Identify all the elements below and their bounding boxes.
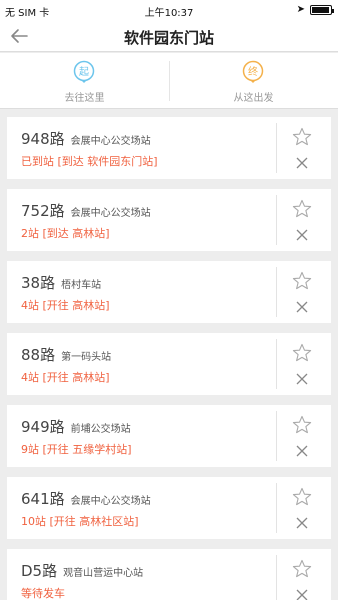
route-number: 88路 (21, 346, 56, 364)
route-terminal: 会展中心公交场站 (70, 208, 151, 219)
route-card[interactable]: 38路 梧村车站 4站 [开往 高林站] (7, 261, 331, 323)
svg-text:起: 起 (79, 66, 89, 78)
svg-text:终: 终 (248, 65, 258, 78)
remove-close-icon[interactable] (295, 444, 309, 458)
action-row: 起 去往这里 终 从这出发 (0, 53, 338, 109)
remove-close-icon[interactable] (295, 300, 309, 314)
navigation-bar: 软件园东门站 (0, 20, 338, 52)
route-card[interactable]: 88路 第一码头站 4站 [开往 高林站] (7, 333, 331, 395)
route-number: 641路 (21, 490, 65, 508)
route-number: D5路 (21, 562, 58, 580)
route-number-row: 88路 第一码头站 (21, 344, 111, 365)
go-here-button[interactable]: 起 去往这里 (0, 53, 169, 109)
card-divider (276, 411, 277, 461)
route-card[interactable]: 948路 会展中心公交场站 已到站 [到达 软件园东门站] (7, 117, 331, 179)
remove-close-icon[interactable] (295, 588, 309, 600)
route-status: 10站 [开往 高林社区站] (21, 515, 139, 528)
remove-close-icon[interactable] (295, 228, 309, 242)
favorite-star-icon[interactable] (292, 415, 312, 435)
route-number-row: 641路 会展中心公交场站 (21, 488, 151, 509)
card-divider (276, 483, 277, 533)
route-status: 已到站 [到达 软件园东门站] (21, 155, 158, 168)
route-terminal: 观音山营运中心站 (63, 568, 144, 579)
route-number: 752路 (21, 202, 65, 220)
remove-close-icon[interactable] (295, 516, 309, 530)
status-icons: ➤ (296, 4, 334, 15)
depart-from-label: 从这出发 (233, 93, 274, 104)
route-terminal: 梧村车站 (61, 280, 102, 291)
route-status: 4站 [开往 高林站] (21, 371, 110, 384)
go-here-label: 去往这里 (64, 93, 105, 104)
route-status: 等待发车 (21, 587, 65, 600)
start-marker-icon: 起 (73, 60, 95, 83)
route-number-row: 949路 前埔公交场站 (21, 416, 131, 437)
depart-from-button[interactable]: 终 从这出发 (169, 53, 338, 109)
route-status: 4站 [开往 高林站] (21, 299, 110, 312)
favorite-star-icon[interactable] (292, 487, 312, 507)
card-divider (276, 555, 277, 600)
battery-icon (310, 4, 334, 15)
end-marker-icon: 终 (242, 60, 264, 83)
favorite-star-icon[interactable] (292, 127, 312, 147)
remove-close-icon[interactable] (295, 372, 309, 386)
route-number-row: D5路 观音山营运中心站 (21, 560, 143, 581)
card-divider (276, 195, 277, 245)
favorite-star-icon[interactable] (292, 271, 312, 291)
route-number: 38路 (21, 274, 56, 292)
remove-close-icon[interactable] (295, 156, 309, 170)
route-terminal: 第一码头站 (61, 352, 112, 363)
page-title: 软件园东门站 (123, 29, 214, 47)
favorite-star-icon[interactable] (292, 559, 312, 579)
route-terminal: 会展中心公交场站 (70, 136, 151, 147)
route-card[interactable]: D5路 观音山营运中心站 等待发车 (7, 549, 331, 600)
route-status: 2站 [到达 高林站] (21, 227, 110, 240)
route-card[interactable]: 949路 前埔公交场站 9站 [开往 五缘学村站] (7, 405, 331, 467)
route-number: 949路 (21, 418, 65, 436)
location-icon: ➤ (296, 4, 305, 15)
favorite-star-icon[interactable] (292, 343, 312, 363)
route-number-row: 38路 梧村车站 (21, 272, 101, 293)
route-terminal: 前埔公交场站 (70, 424, 131, 435)
card-divider (276, 267, 277, 317)
card-divider (276, 123, 277, 173)
route-card[interactable]: 752路 会展中心公交场站 2站 [到达 高林站] (7, 189, 331, 251)
route-card[interactable]: 641路 会展中心公交场站 10站 [开往 高林社区站] (7, 477, 331, 539)
clock: 上午10:37 (144, 8, 194, 19)
route-number-row: 948路 会展中心公交场站 (21, 128, 151, 149)
route-number: 948路 (21, 130, 65, 148)
route-number-row: 752路 会展中心公交场站 (21, 200, 151, 221)
favorite-star-icon[interactable] (292, 199, 312, 219)
route-terminal: 会展中心公交场站 (70, 496, 151, 507)
route-status: 9站 [开往 五缘学村站] (21, 443, 132, 456)
card-divider (276, 339, 277, 389)
status-bar: 无 SIM 卡 上午10:37 ➤ (0, 0, 338, 20)
